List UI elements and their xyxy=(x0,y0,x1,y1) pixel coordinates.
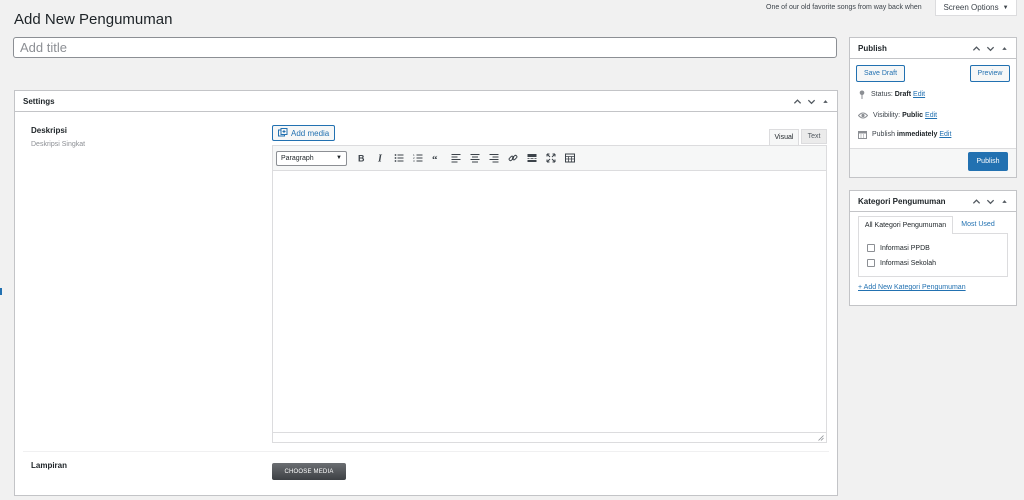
toolbar-toggle-icon[interactable] xyxy=(561,149,579,167)
add-media-label: Add media xyxy=(291,128,330,138)
publish-prefix: Publish xyxy=(872,131,895,138)
align-center-icon[interactable] xyxy=(466,149,484,167)
hello-dolly-line: One of our old favorite songs from way b… xyxy=(766,4,922,11)
numbered-list-icon[interactable]: 123 xyxy=(409,149,427,167)
kategori-label: Informasi Sekolah xyxy=(880,259,937,267)
publish-title: Publish xyxy=(858,43,887,53)
screen-options-label: Screen Options xyxy=(943,3,999,12)
caret-down-icon: ▼ xyxy=(1002,4,1009,11)
page-title: Add New Pengumuman xyxy=(14,11,173,28)
align-right-icon[interactable] xyxy=(485,149,503,167)
svg-text:B: B xyxy=(358,154,365,164)
list-item[interactable]: Informasi PPDB xyxy=(867,244,930,252)
format-select[interactable]: Paragraph ▼ xyxy=(276,150,347,166)
publish-header: Publish xyxy=(850,38,1016,59)
visibility-row: Visibility: Public Edit xyxy=(858,111,937,120)
editor-toolbar: Paragraph ▼ B I 123 “ xyxy=(273,146,826,171)
checkbox-informasi-ppdb[interactable] xyxy=(867,244,875,252)
toggle-panel-icon[interactable] xyxy=(999,196,1010,207)
align-left-icon[interactable] xyxy=(447,149,465,167)
status-row: Status: Draft Edit xyxy=(858,90,925,99)
editor-status-bar xyxy=(273,432,826,442)
toggle-panel-icon[interactable] xyxy=(820,96,831,107)
settings-header: Settings xyxy=(15,91,837,112)
edge-marker xyxy=(0,288,2,295)
tab-most-used[interactable]: Most Used xyxy=(956,216,1000,233)
list-item[interactable]: Informasi Sekolah xyxy=(867,259,936,267)
pin-icon xyxy=(859,90,865,99)
read-more-icon[interactable] xyxy=(523,149,541,167)
status-value: Draft xyxy=(894,91,912,98)
calendar-icon xyxy=(858,131,867,139)
tab-text[interactable]: Text xyxy=(801,129,827,144)
kategori-title: Kategori Pengumuman xyxy=(858,196,946,206)
caret-down-icon: ▼ xyxy=(336,155,342,161)
move-up-icon[interactable] xyxy=(792,96,803,107)
svg-text:I: I xyxy=(377,154,383,164)
add-media-button[interactable]: Add media xyxy=(272,125,336,141)
settings-title: Settings xyxy=(23,96,55,106)
publish-value: immediately xyxy=(896,131,938,138)
move-down-icon[interactable] xyxy=(806,96,817,107)
checkbox-informasi-sekolah[interactable] xyxy=(867,259,875,267)
move-down-icon[interactable] xyxy=(985,196,996,207)
fullscreen-icon[interactable] xyxy=(542,149,560,167)
deskripsi-label: Deskripsi xyxy=(31,126,68,135)
visibility-value: Public xyxy=(902,112,924,119)
bullet-list-icon[interactable] xyxy=(390,149,408,167)
field-divider xyxy=(23,451,829,452)
content-editor: Paragraph ▼ B I 123 “ xyxy=(272,145,827,443)
kategori-checklist: Informasi PPDB Informasi Sekolah xyxy=(858,233,1008,277)
move-up-icon[interactable] xyxy=(971,196,982,207)
deskripsi-description: Deskripsi Singkat xyxy=(31,141,86,148)
status-prefix: Status: xyxy=(871,91,893,98)
edit-status-link[interactable]: Edit xyxy=(913,91,925,98)
format-select-value: Paragraph xyxy=(281,154,314,162)
toggle-panel-icon[interactable] xyxy=(999,43,1010,54)
eye-icon xyxy=(858,112,868,119)
tab-all-kategori[interactable]: All Kategori Pengumuman xyxy=(858,216,953,234)
save-draft-button[interactable]: Save Draft xyxy=(856,65,905,82)
svg-text:3: 3 xyxy=(413,159,415,163)
edit-visibility-link[interactable]: Edit xyxy=(925,112,937,119)
italic-icon[interactable]: I xyxy=(371,149,389,167)
screen-options-button[interactable]: Screen Options ▼ xyxy=(935,0,1017,16)
lampiran-label: Lampiran xyxy=(31,461,68,470)
settings-metabox: Settings Deskripsi Deskripsi Singkat Add… xyxy=(14,90,838,496)
visibility-prefix: Visibility: xyxy=(873,112,901,119)
link-icon[interactable] xyxy=(504,149,522,167)
kategori-header: Kategori Pengumuman xyxy=(850,191,1016,212)
publish-actions: Publish xyxy=(850,148,1016,177)
post-title-input[interactable] xyxy=(13,37,837,58)
kategori-metabox: Kategori Pengumuman All Kategori Pengumu… xyxy=(849,190,1017,306)
bold-icon[interactable]: B xyxy=(352,149,370,167)
add-media-icon xyxy=(278,128,288,137)
preview-button[interactable]: Preview xyxy=(970,65,1010,82)
move-down-icon[interactable] xyxy=(985,43,996,54)
publish-button[interactable]: Publish xyxy=(968,152,1008,171)
tab-visual[interactable]: Visual xyxy=(769,129,799,145)
resize-handle-icon[interactable] xyxy=(817,434,824,441)
kategori-label: Informasi PPDB xyxy=(880,244,930,252)
move-up-icon[interactable] xyxy=(971,43,982,54)
svg-text:“: “ xyxy=(432,154,438,163)
publish-metabox: Publish Save Draft Preview Status: Draft… xyxy=(849,37,1017,178)
publish-time-row: Publish immediately Edit xyxy=(858,130,951,139)
edit-publish-time-link[interactable]: Edit xyxy=(939,131,951,138)
add-new-kategori-link[interactable]: + Add New Kategori Pengumuman xyxy=(858,284,966,291)
editor-content-area[interactable] xyxy=(273,171,826,432)
choose-media-button[interactable]: CHOOSE MEDIA xyxy=(272,463,346,480)
blockquote-icon[interactable]: “ xyxy=(428,149,446,167)
